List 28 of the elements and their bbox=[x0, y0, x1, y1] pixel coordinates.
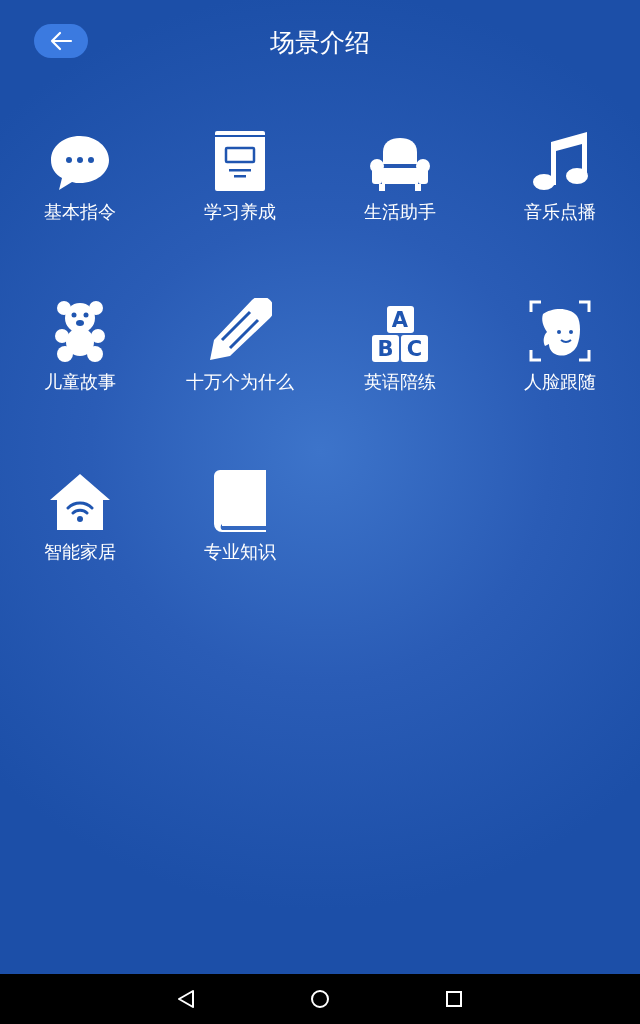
speech-bubble-icon bbox=[49, 134, 111, 192]
back-icon[interactable] bbox=[177, 989, 195, 1009]
recents-icon[interactable] bbox=[445, 990, 463, 1008]
back-button[interactable] bbox=[34, 24, 88, 58]
scene-label[interactable]: 基本指令 bbox=[44, 200, 116, 224]
letter-block: A bbox=[386, 306, 414, 333]
music-note-icon bbox=[531, 130, 589, 192]
home-icon[interactable] bbox=[310, 989, 330, 1009]
letter-block: B bbox=[372, 335, 399, 362]
scene-label[interactable]: 智能家居 bbox=[44, 540, 116, 564]
screen-title: 场景介绍 bbox=[270, 26, 370, 59]
book-icon bbox=[212, 468, 268, 532]
scene-label[interactable]: 十万个为什么 bbox=[186, 370, 294, 394]
back-arrow-icon bbox=[49, 31, 73, 51]
scene-label[interactable]: 学习养成 bbox=[204, 200, 276, 224]
face-scan-icon bbox=[529, 300, 591, 362]
scene-label[interactable]: 专业知识 bbox=[204, 540, 276, 564]
book-icon bbox=[214, 130, 266, 192]
scene-label[interactable]: 音乐点播 bbox=[524, 200, 596, 224]
scene-label[interactable]: 生活助手 bbox=[364, 200, 436, 224]
scene-label[interactable]: 人脸跟随 bbox=[524, 370, 596, 394]
scene-label[interactable]: 英语陪练 bbox=[364, 370, 436, 394]
scene-label[interactable]: 儿童故事 bbox=[44, 370, 116, 394]
armchair-icon bbox=[369, 136, 431, 192]
teddy-bear-icon bbox=[54, 300, 106, 362]
smart-home-icon bbox=[48, 472, 112, 532]
letter-block: C bbox=[401, 335, 428, 362]
pencil-icon bbox=[208, 298, 272, 362]
